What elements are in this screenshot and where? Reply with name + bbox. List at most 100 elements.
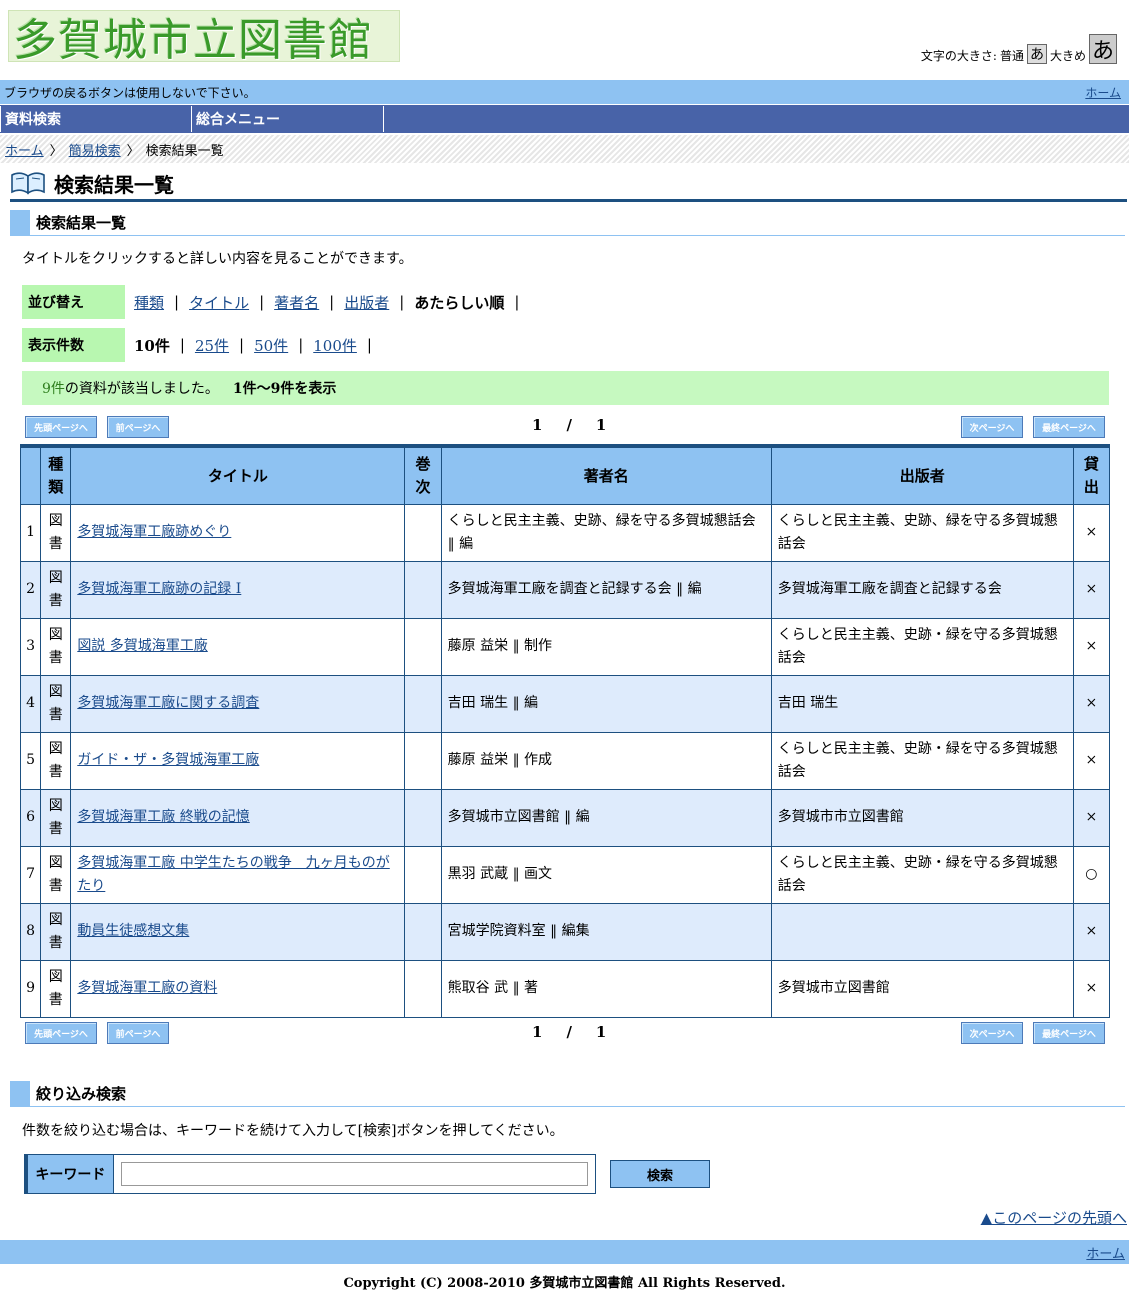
col-kind: 種類 [40,445,72,505]
table-row: 7 図書 多賀城海軍工廠 中学生たちの戦争 九ヶ月ものがたり 黒羽 武蔵 ‖ 画文 くら… [19,845,1111,904]
per-page-options: 10件 | 25件 | 50件 | 100件 | [134,335,372,356]
refine-section-title: 絞り込み検索 [36,1085,127,1103]
row-publisher: くらしと民主主義、史跡・緑を守る多賀城懇話会 [770,731,1074,790]
first-page-button-bottom[interactable]: 先頭ページへ [25,1022,97,1044]
logo-text: 多賀城市立図書館 [13,15,373,66]
table-row: 3 図書 図説 多賀城海軍工廠 藤原 益栄 ‖ 制作 くらしと民主主義、史跡・緑を守る多… [19,617,1111,676]
row-publisher: くらしと民主主義、史跡、緑を守る多賀城懇話会 [770,503,1074,562]
next-page-button-bottom[interactable]: 次ページへ [961,1022,1023,1044]
search-button[interactable]: 検索 [610,1160,710,1188]
row-title-link[interactable]: 多賀城海軍工廠跡の記録 I [77,581,241,597]
page-slash: / [566,1023,572,1041]
next-page-button-top[interactable]: 次ページへ [961,416,1023,438]
row-title-link[interactable]: 多賀城海軍工廠の資料 [77,980,217,996]
row-kind: 図書 [40,503,72,562]
row-number: 6 [19,788,42,847]
page-slash: / [566,416,572,434]
breadcrumb-current: 検索結果一覧 [145,143,224,159]
instruction-text: タイトルをクリックすると詳しい内容を見ることができます。 [22,251,413,267]
row-title-link[interactable]: ガイド・ザ・多賀城海軍工廠 [77,752,259,768]
row-number: 7 [19,845,42,904]
last-page-button-bottom[interactable]: 最終ページへ [1033,1022,1105,1044]
sort-newest-selected: あたらしい順 [414,293,505,312]
prev-page-button-top[interactable]: 前ページへ [107,416,169,438]
row-kind: 図書 [40,731,72,790]
table-header-row: 種類 タイトル 巻次 著者名 出版者 貸出 [19,445,1111,505]
table-row: 4 図書 多賀城海軍工廠に関する調査 吉田 瑞生 ‖ 編吉田 瑞生 × [19,674,1111,733]
tab-general-menu[interactable]: 総合メニュー [191,106,384,132]
table-row: 2 図書 多賀城海軍工廠跡の記録 I 多賀城海軍工廠を調査と記録する会 ‖ 編多賀城海… [19,560,1111,619]
page-heading: 検索結果一覧 [54,173,174,197]
per-page-25-link[interactable]: 25件 [195,335,229,356]
row-number: 8 [19,902,42,961]
row-author: 吉田 瑞生 ‖ 編 [440,674,772,733]
keyword-input[interactable] [120,1162,588,1186]
per-page-label: 表示件数 [22,328,125,362]
breadcrumb-home[interactable]: ホーム [5,140,44,159]
hit-range: 1件〜9件を表示 [232,381,337,397]
row-author: 宮城学院資料室 ‖ 編集 [440,902,772,961]
sort-author-link[interactable]: 著者名 [274,292,319,313]
row-kind: 図書 [40,845,72,904]
row-title-link[interactable]: 多賀城海軍工廠跡めぐり [77,524,231,540]
row-lend-status: × [1072,560,1111,619]
sort-kind-link[interactable]: 種類 [134,292,164,313]
font-large-button[interactable]: あ [1089,34,1117,64]
row-title-link[interactable]: 動員生徒感想文集 [77,923,189,939]
col-title: タイトル [70,445,406,505]
per-page-100-link[interactable]: 100件 [313,335,357,356]
row-lend-status: × [1072,959,1111,1018]
col-number [19,445,42,505]
row-publisher: 多賀城市市立図書館 [770,788,1074,847]
row-title-link[interactable]: 多賀城海軍工廠 中学生たちの戦争 九ヶ月ものがたり [77,855,389,894]
per-page-50-link[interactable]: 50件 [254,335,288,356]
row-title-cell: 多賀城海軍工廠跡めぐり [70,503,406,562]
row-volume [404,788,442,847]
row-author: 熊取谷 武 ‖ 著 [440,959,772,1018]
table-row: 5 図書 ガイド・ザ・多賀城海軍工廠 藤原 益栄 ‖ 作成 くらしと民主主義、史跡・緑を… [19,731,1111,790]
back-to-top-link[interactable]: ▲このページの先頭へ [981,1207,1127,1228]
row-publisher: くらしと民主主義、史跡・緑を守る多賀城懇話会 [770,617,1074,676]
site-logo[interactable]: 多賀城市立図書館 [8,10,400,66]
hit-suffix: の資料が該当しました。 [64,381,219,397]
row-number: 4 [19,674,42,733]
prev-page-button-bottom[interactable]: 前ページへ [107,1022,169,1044]
total-pages: 1 [595,1023,607,1041]
row-volume [404,617,442,676]
font-normal-button[interactable]: あ [1026,44,1047,64]
table-row: 8 図書 動員生徒感想文集 宮城学院資料室 ‖ 編集 × [19,902,1111,961]
row-lend-status: × [1072,503,1111,562]
row-title-cell: 図説 多賀城海軍工廠 [70,617,406,676]
row-publisher [770,902,1074,961]
col-volume: 巻次 [404,445,442,505]
last-page-button-top[interactable]: 最終ページへ [1033,416,1105,438]
sort-publisher-link[interactable]: 出版者 [344,292,389,313]
row-kind: 図書 [40,560,72,619]
row-author: 藤原 益栄 ‖ 作成 [440,731,772,790]
tab-material-search[interactable]: 資料検索 [0,106,192,132]
refine-instruction: 件数を絞り込む場合は、キーワードを続けて入力して[検索]ボタンを押してください。 [22,1123,564,1139]
sort-title-link[interactable]: タイトル [189,292,249,313]
row-publisher: 多賀城市立図書館 [770,959,1074,1018]
table-row: 1 図書 多賀城海軍工廠跡めぐり くらしと民主主義、史跡、緑を守る多賀城懇話会 ‖ 編… [19,503,1111,562]
row-lend-status: × [1072,617,1111,676]
first-page-button-top[interactable]: 先頭ページへ [25,416,97,438]
home-link-top[interactable]: ホーム [1085,84,1121,101]
row-title-link[interactable]: 多賀城海軍工廠 終戦の記憶 [77,809,249,825]
home-link-bottom[interactable]: ホーム [1086,1243,1125,1262]
row-number: 9 [19,959,42,1018]
per-page-10-selected: 10件 [134,336,170,355]
row-title-link[interactable]: 多賀城海軍工廠に関する調査 [77,695,259,711]
row-publisher: くらしと民主主義、史跡・緑を守る多賀城懇話会 [770,845,1074,904]
col-publisher: 出版者 [770,445,1074,505]
row-volume [404,503,442,562]
breadcrumb-simple-search[interactable]: 簡易検索 [69,140,121,159]
row-title-cell: 動員生徒感想文集 [70,902,406,961]
row-author: くらしと民主主義、史跡、緑を守る多賀城懇話会 ‖ 編 [440,503,772,562]
menu-bar: 資料検索 総合メニュー [0,105,1129,133]
hit-count-bar: 9件 の資料が該当しました。 1件〜9件を表示 [22,371,1109,405]
row-title-cell: 多賀城海軍工廠 終戦の記憶 [70,788,406,847]
row-title-link[interactable]: 図説 多賀城海軍工廠 [77,638,207,654]
font-normal-label: 普通 [999,49,1024,63]
row-kind: 図書 [40,902,72,961]
